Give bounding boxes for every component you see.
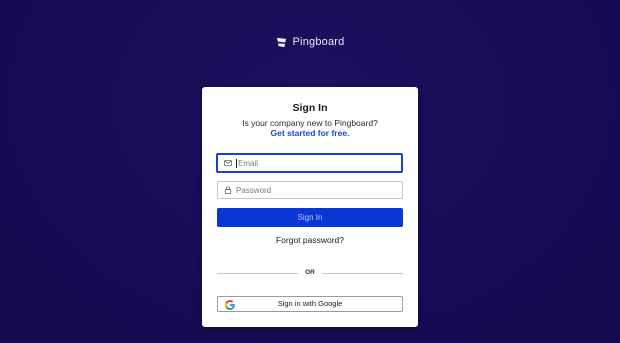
google-signin-button[interactable]: Sign in with Google [217, 296, 403, 312]
signin-card: Sign In Is your company new to Pingboard… [202, 87, 418, 327]
signin-button[interactable]: Sign In [217, 208, 403, 227]
envelope-icon [224, 160, 232, 166]
divider-right [322, 273, 403, 274]
password-field[interactable] [217, 181, 403, 199]
text-caret [236, 158, 237, 168]
brand-header: Pingboard [0, 36, 620, 48]
email-field[interactable] [216, 153, 403, 173]
signin-title: Sign In [292, 102, 328, 114]
login-page: Pingboard Sign In Is your company new to… [0, 0, 620, 343]
get-started-link[interactable]: Get started for free. [202, 128, 418, 138]
lock-icon [224, 186, 232, 194]
pingboard-logo-icon [276, 37, 286, 47]
signin-subtitle: Is your company new to Pingboard? [242, 118, 378, 128]
forgot-password-link[interactable]: Forgot password? [202, 235, 418, 245]
email-input[interactable] [238, 158, 388, 168]
password-input[interactable] [236, 185, 386, 195]
google-signin-label: Sign in with Google [277, 299, 343, 308]
brand-name: Pingboard [292, 36, 345, 48]
